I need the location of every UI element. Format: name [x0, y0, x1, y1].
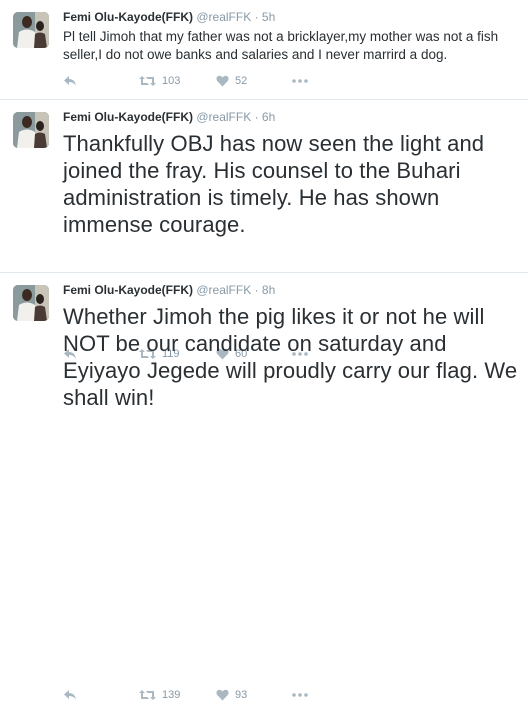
author-handle[interactable]: @realFFK	[196, 10, 251, 24]
avatar[interactable]	[13, 12, 49, 48]
like-count: 93	[235, 689, 248, 701]
like-button[interactable]: 93	[216, 689, 292, 701]
tweet-actions: 103 52	[63, 72, 308, 90]
retweet-icon	[139, 690, 156, 700]
retweet-count: 139	[162, 689, 181, 701]
author-name[interactable]: Femi Olu-Kayode(FFK)	[63, 283, 193, 297]
tweet[interactable]: Femi Olu-Kayode(FFK) @realFFK · 8h Wheth…	[0, 273, 528, 701]
more-button[interactable]	[292, 79, 308, 83]
author-name[interactable]: Femi Olu-Kayode(FFK)	[63, 110, 193, 124]
tweet-actions: 139 93	[63, 686, 308, 704]
author-name[interactable]: Femi Olu-Kayode(FFK)	[63, 10, 193, 24]
reply-button[interactable]	[63, 75, 139, 87]
heart-icon	[216, 689, 229, 701]
timestamp[interactable]: 5h	[262, 10, 275, 24]
tweet[interactable]: Femi Olu-Kayode(FFK) @realFFK · 6h Thank…	[0, 100, 528, 360]
retweet-button[interactable]: 103	[139, 75, 216, 87]
more-button[interactable]	[292, 693, 308, 697]
reply-icon	[64, 76, 76, 86]
reply-icon	[64, 690, 76, 700]
tweet-header: Femi Olu-Kayode(FFK) @realFFK · 5h	[63, 9, 518, 25]
tweet-text: Thankfully OBJ has now seen the light an…	[63, 131, 485, 237]
reply-button[interactable]	[63, 689, 139, 701]
heart-icon	[216, 75, 229, 87]
avatar[interactable]	[13, 112, 49, 148]
author-handle[interactable]: @realFFK	[196, 110, 251, 124]
separator-dot: ·	[254, 10, 259, 24]
tweet-text: Whether Jimoh the pig likes it or not he…	[63, 304, 518, 410]
author-handle[interactable]: @realFFK	[196, 283, 251, 297]
retweet-button[interactable]: 139	[139, 689, 216, 701]
retweet-count: 103	[162, 75, 181, 87]
separator-dot: ·	[254, 110, 259, 124]
avatar[interactable]	[13, 285, 49, 321]
tweet-header: Femi Olu-Kayode(FFK) @realFFK · 6h	[63, 109, 518, 125]
more-dots-icon	[292, 693, 308, 697]
like-button[interactable]: 52	[216, 75, 292, 87]
separator-dot: ·	[254, 283, 259, 297]
more-dots-icon	[292, 79, 308, 83]
timestamp[interactable]: 8h	[262, 283, 275, 297]
timestamp[interactable]: 6h	[262, 110, 275, 124]
retweet-icon	[139, 76, 156, 86]
like-count: 52	[235, 75, 248, 87]
tweet[interactable]: Femi Olu-Kayode(FFK) @realFFK · 5h Pl te…	[0, 0, 528, 100]
tweet-text: Pl tell Jimoh that my father was not a b…	[63, 29, 499, 62]
tweet-header: Femi Olu-Kayode(FFK) @realFFK · 8h	[63, 282, 518, 298]
